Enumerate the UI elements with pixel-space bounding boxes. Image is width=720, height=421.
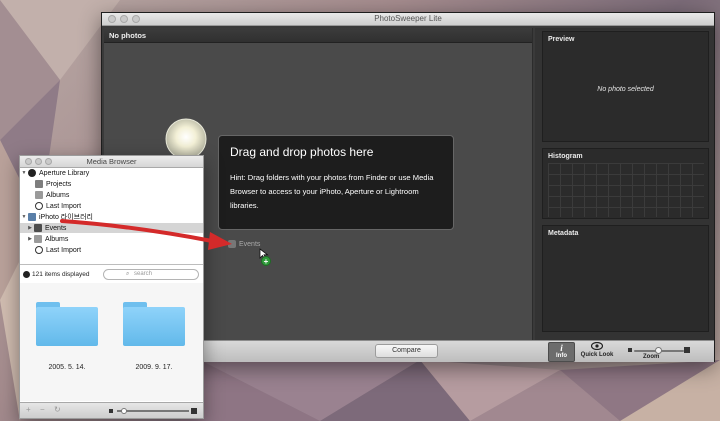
folder-label: 2009. 9. 17. [135, 364, 173, 371]
histogram-grid [548, 163, 704, 217]
tree-item-label: Last Import [46, 202, 82, 210]
aperture-icon [28, 169, 36, 177]
drag-ghost-label: Events [239, 240, 261, 248]
clock-icon [35, 246, 43, 254]
tree-item-label: Projects [46, 180, 72, 188]
folder-label: 2005. 5. 14. [48, 364, 86, 371]
folder-icon [123, 307, 185, 346]
splitter[interactable] [20, 264, 203, 265]
media-grid: 2005. 5. 14. 2009. 9. 17. [20, 283, 203, 401]
info-icon: i [560, 343, 563, 353]
albums-icon [34, 235, 42, 243]
drag-drop-hint: Drag and drop photos here Hint: Drag fol… [218, 135, 454, 230]
albums-icon [35, 191, 43, 199]
items-count-text: 121 items displayed [32, 271, 90, 278]
media-browser-window: Media Browser ▼ Aperture Library Project… [19, 155, 204, 419]
zoom-label: Zoom [643, 354, 660, 360]
preview-label: Preview [548, 36, 575, 43]
metadata-label: Metadata [548, 230, 579, 237]
disclosure-closed-icon[interactable]: ▶ [26, 236, 34, 242]
quick-look-label: Quick Look [580, 352, 614, 358]
zoom-small-icon [628, 348, 632, 352]
photo-count-header: No photos [104, 28, 532, 43]
projects-icon [35, 180, 43, 188]
thumbnail-slider-track [117, 410, 189, 412]
folder-icon [36, 307, 98, 346]
thumbnail-slider-knob[interactable] [121, 408, 127, 414]
eye-icon [579, 341, 615, 352]
search-input[interactable]: ⌕ search [103, 269, 199, 280]
tree-item-aperture-library[interactable]: ▼ Aperture Library [20, 168, 203, 178]
media-browser-toolbar: + − ↻ [20, 402, 203, 418]
small-thumb-icon [109, 409, 113, 413]
disclosure-open-icon[interactable]: ▼ [20, 214, 28, 220]
info-button[interactable]: i Info [548, 342, 575, 362]
disclosure-closed-icon[interactable]: ▶ [26, 225, 34, 231]
search-icon: ⌕ [126, 271, 130, 277]
search-placeholder: search [134, 271, 153, 277]
preview-panel: Preview No photo selected [542, 31, 709, 142]
compare-button[interactable]: Compare [375, 344, 438, 358]
zoom-knob[interactable] [655, 347, 662, 354]
items-count-bar: 121 items displayed ⌕ search [20, 269, 203, 281]
window-title: PhotoSweeper Lite [374, 14, 442, 23]
zoom-large-icon [684, 347, 690, 353]
preview-empty-text: No photo selected [597, 86, 654, 93]
disclosure-open-icon[interactable]: ▼ [20, 170, 28, 176]
items-count-icon [23, 271, 30, 278]
remove-icon[interactable]: − [40, 405, 45, 414]
events-icon [34, 224, 42, 232]
hint-text: Hint: Drag folders with your photos from… [230, 173, 434, 210]
media-browser-title: Media Browser [86, 157, 137, 166]
hint-title: Drag and drop photos here [230, 145, 374, 159]
large-thumb-icon [191, 408, 197, 414]
media-browser-titlebar: Media Browser [20, 156, 203, 168]
thumbnail-size-slider[interactable] [109, 408, 197, 415]
iphoto-icon [28, 213, 36, 221]
histogram-label: Histogram [548, 153, 583, 160]
clock-icon [35, 202, 43, 210]
copy-plus-badge-icon: + [261, 256, 271, 266]
tree-item-last-import[interactable]: Last Import [20, 201, 203, 211]
metadata-panel: Metadata [542, 225, 709, 332]
folder-item[interactable] [36, 302, 98, 346]
tree-item-label: Aperture Library [39, 169, 90, 177]
main-titlebar: PhotoSweeper Lite [102, 13, 714, 26]
inspector-panel: Preview No photo selected Histogram Meta… [535, 28, 714, 340]
refresh-icon[interactable]: ↻ [54, 405, 61, 414]
quick-look-button[interactable]: Quick Look [579, 341, 615, 362]
tree-item-projects[interactable]: Projects [20, 179, 203, 189]
tree-item-albums[interactable]: Albums [20, 190, 203, 200]
folder-item[interactable] [123, 302, 185, 346]
add-icon[interactable]: + [26, 405, 31, 414]
tree-item-label: Albums [46, 191, 70, 199]
drag-arrow-icon [60, 219, 232, 250]
info-label: Info [556, 353, 567, 359]
histogram-panel: Histogram [542, 148, 709, 219]
